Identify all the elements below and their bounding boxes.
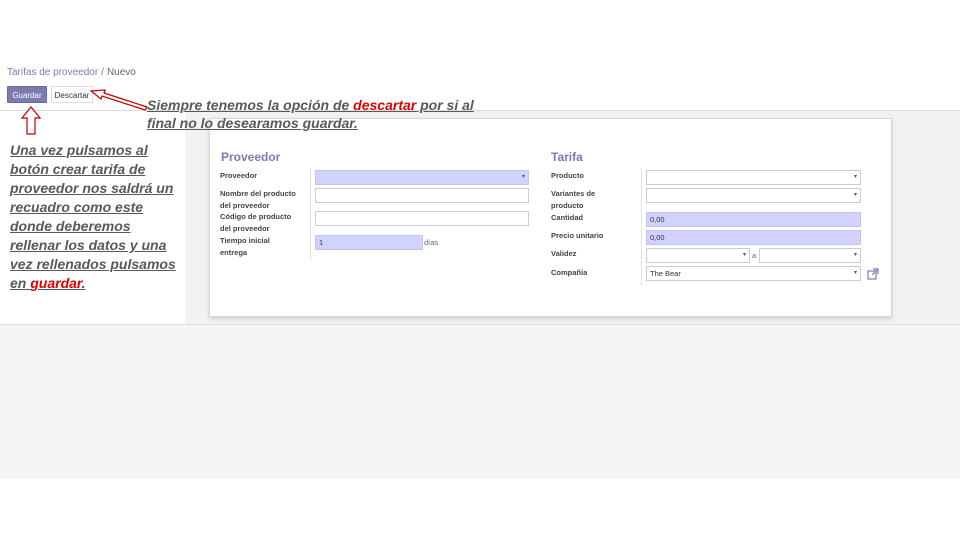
save-annotation-highlight: guardar bbox=[30, 275, 82, 291]
discard-annotation-highlight: descartar bbox=[353, 97, 417, 113]
callout-arrow-icon bbox=[89, 89, 148, 111]
save-annotation-text-start: Una vez pulsamos al botón crear tarifa d… bbox=[10, 142, 176, 291]
discard-annotation: Siempre tenemos la opción de descartar p… bbox=[147, 96, 492, 132]
discard-annotation-text-start: Siempre tenemos la opción de bbox=[147, 97, 354, 113]
save-annotation-text-end: . bbox=[81, 275, 86, 291]
save-annotation: Una vez pulsamos al botón crear tarifa d… bbox=[10, 141, 180, 293]
callout-arrow-icon bbox=[20, 106, 42, 135]
